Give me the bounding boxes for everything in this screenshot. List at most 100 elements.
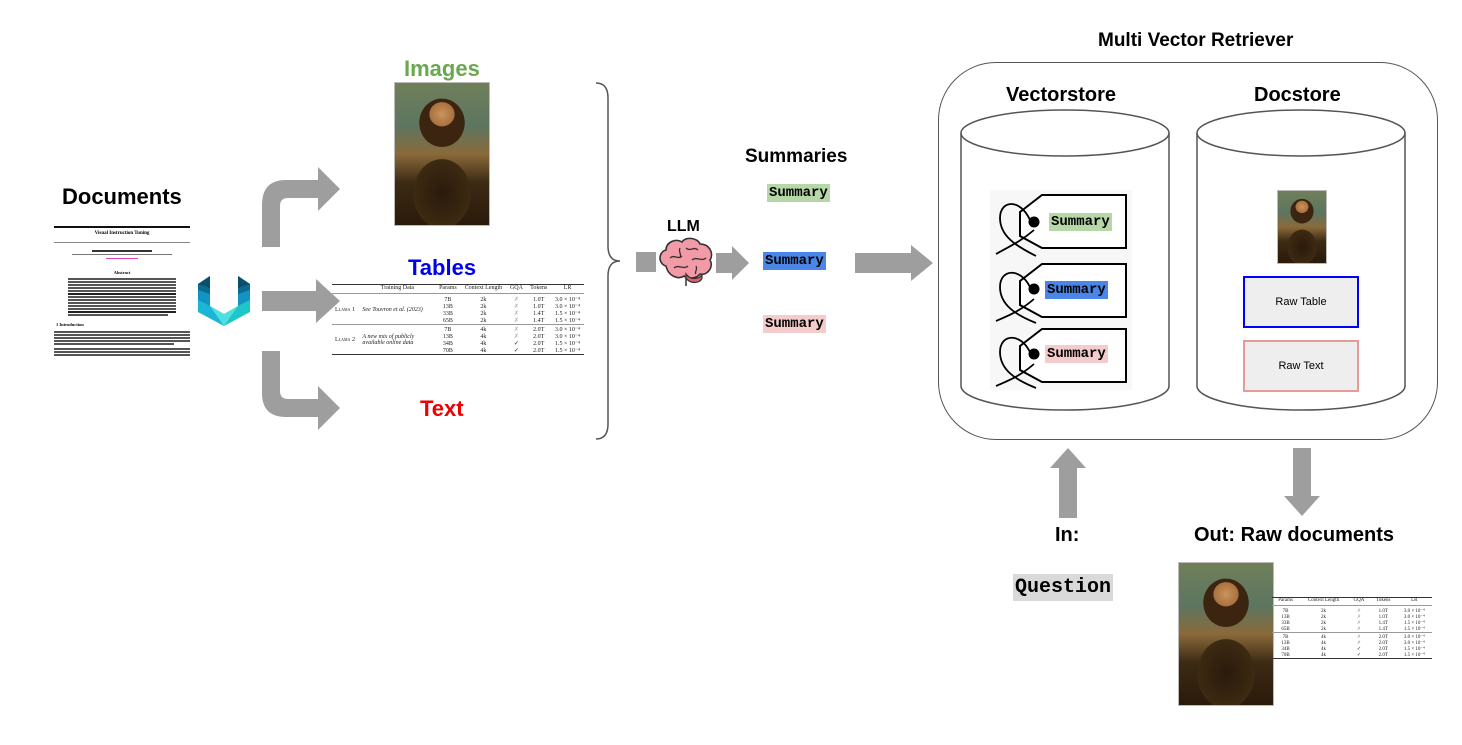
table-header-row: Training Data Params Context Length GQA Toke…: [332, 284, 584, 294]
arrow-to-images: [262, 167, 340, 247]
raw-text-label: Raw Text: [1278, 360, 1324, 372]
table-cell: 70B: [1281, 652, 1290, 658]
table-cell: 4k: [1299, 632, 1348, 640]
table-cell: 3.0 × 10⁻⁴: [554, 304, 581, 310]
document-thumbnail: Visual Instruction Tuning Abstract 1 Int…: [54, 222, 190, 362]
table-cell: ✗: [1347, 632, 1370, 640]
table-cell: 3.0 × 10⁻⁴: [1403, 609, 1425, 614]
table-row: 70B 4k ✓ 2.0T 1.5 × 10⁻⁴: [1272, 652, 1432, 659]
vectorstore-label: Vectorstore: [1006, 84, 1117, 106]
table-cell: 1.5 × 10⁻⁴: [1403, 653, 1425, 658]
table-cell: 70B: [442, 347, 453, 354]
raw-table-box: Raw Table: [1243, 276, 1359, 328]
question-chip: Question: [1013, 574, 1114, 601]
unstructured-logo-icon: [198, 276, 250, 326]
table-cell: 2.0T: [526, 324, 552, 333]
table-cell: 7B: [444, 296, 452, 303]
text-label: Text: [420, 396, 464, 421]
table-cell: 1.4T: [533, 317, 545, 324]
table-header-cell: GQA: [506, 284, 527, 294]
table-cell: 7B: [435, 324, 461, 333]
table-header-cell: Context Length: [460, 284, 507, 294]
table-cell: ✗: [1356, 609, 1362, 614]
table-cell: 65B: [442, 317, 453, 324]
table-cell: 13B: [442, 333, 453, 340]
training-data-cell: See Touvron et al. (2023): [362, 307, 423, 313]
table-cell: ✗: [513, 304, 519, 310]
table-cell: 1.5 × 10⁻⁴: [554, 318, 581, 324]
table-cell: 1.0T: [533, 296, 545, 303]
table-header-cell: Training Data: [359, 284, 436, 294]
table-header-cell: Params: [435, 284, 461, 294]
table-cell: 34B: [442, 340, 453, 347]
table-cell: 7B: [1272, 632, 1300, 640]
summaries-label: Summaries: [745, 146, 848, 167]
mona-lisa-image: [394, 82, 490, 226]
table-cell: 3.0 × 10⁻⁴: [554, 297, 581, 303]
table-cell: 2.0T: [533, 333, 545, 340]
tables-label: Tables: [408, 255, 477, 280]
llm-label: LLM: [667, 218, 700, 235]
tag-summary-image: Summary: [1049, 213, 1112, 231]
table-cell: 2k: [1321, 608, 1327, 614]
intro-heading: 1 Introduction: [56, 322, 84, 327]
table-cell: 2.0T: [1378, 652, 1388, 658]
summary-text: Summary: [763, 315, 826, 333]
table-cell: 3.0 × 10⁻⁴: [551, 324, 584, 333]
table-header-cell: LR: [1396, 597, 1432, 606]
table-cell: 2k: [480, 296, 487, 303]
table-row: 7B 2k ✗ 1.0T 3.0 × 10⁻⁴: [1272, 606, 1432, 615]
table-header-cell: Params: [1272, 597, 1300, 606]
table-cell: 1.5 × 10⁻⁴: [554, 348, 581, 354]
table-header-cell: GQA: [1347, 597, 1370, 606]
table-cell: 1.5 × 10⁻⁴: [554, 311, 581, 317]
table-cell: 4k: [460, 324, 507, 333]
model-cell: Llama 1: [335, 307, 355, 313]
table-cell: 1.5 × 10⁻⁴: [554, 341, 581, 347]
table-cell: ✗: [513, 297, 519, 303]
table-header-cell: [332, 284, 360, 294]
images-label: Images: [404, 56, 480, 81]
table-header-cell: LR: [551, 284, 584, 294]
arrow-into-llm: [636, 252, 656, 272]
arrow-up-input: [1050, 448, 1086, 518]
table-cell: 2k: [480, 303, 487, 310]
table-cell: ✗: [506, 324, 527, 333]
docstore-label: Docstore: [1254, 84, 1341, 106]
table-cell: ✗: [513, 311, 519, 317]
table-cell: ✗: [513, 334, 519, 340]
table-cell: 2k: [480, 310, 487, 317]
table-cell: 4k: [480, 347, 487, 354]
table-cell: ✓: [513, 348, 519, 354]
table-row: 7B 4k ✗ 2.0T 3.0 × 10⁻⁴: [1272, 632, 1432, 640]
raw-table-label: Raw Table: [1275, 296, 1327, 308]
arrow-to-tables: [262, 279, 340, 323]
docstore-raw-image: [1277, 190, 1327, 264]
table-cell: ✓: [1356, 653, 1362, 658]
table-cell: 4k: [480, 333, 487, 340]
arrow-to-text: [262, 351, 340, 430]
table-header-cell: Context Length: [1299, 597, 1348, 606]
training-data-cell: A new mix of publicly available online d…: [359, 324, 436, 355]
table-row: Llama 2A new mix of publicly available o…: [332, 324, 584, 355]
retriever-title: Multi Vector Retriever: [1098, 30, 1294, 51]
table-cell: 4k: [480, 340, 487, 347]
branch-arrows: [262, 167, 340, 430]
table-cell: 4k: [1321, 652, 1327, 658]
table-cell: 7B: [1282, 608, 1289, 614]
table-cell: 2.0T: [533, 347, 545, 354]
summary-table: Summary: [763, 252, 826, 270]
table-cell: 2.0T: [1369, 632, 1397, 640]
input-label: In:: [1055, 524, 1080, 546]
model-cell: Llama 2: [332, 324, 360, 355]
table-row: Llama 1 See Touvron et al. (2023) 7B 2k ✗ 1.0…: [332, 294, 584, 314]
table-cell: 1.4T: [533, 310, 545, 317]
raw-text-box: Raw Text: [1243, 340, 1359, 392]
table-header-cell: Tokens: [526, 284, 552, 294]
table-cell: 2.0T: [533, 340, 545, 347]
table-cell: 3.0 × 10⁻⁴: [554, 334, 581, 340]
arrow-down-output: [1284, 448, 1320, 516]
table-cell: ✓: [513, 341, 519, 347]
table-cell: 1.0T: [533, 303, 545, 310]
brain-icon: [659, 237, 713, 286]
